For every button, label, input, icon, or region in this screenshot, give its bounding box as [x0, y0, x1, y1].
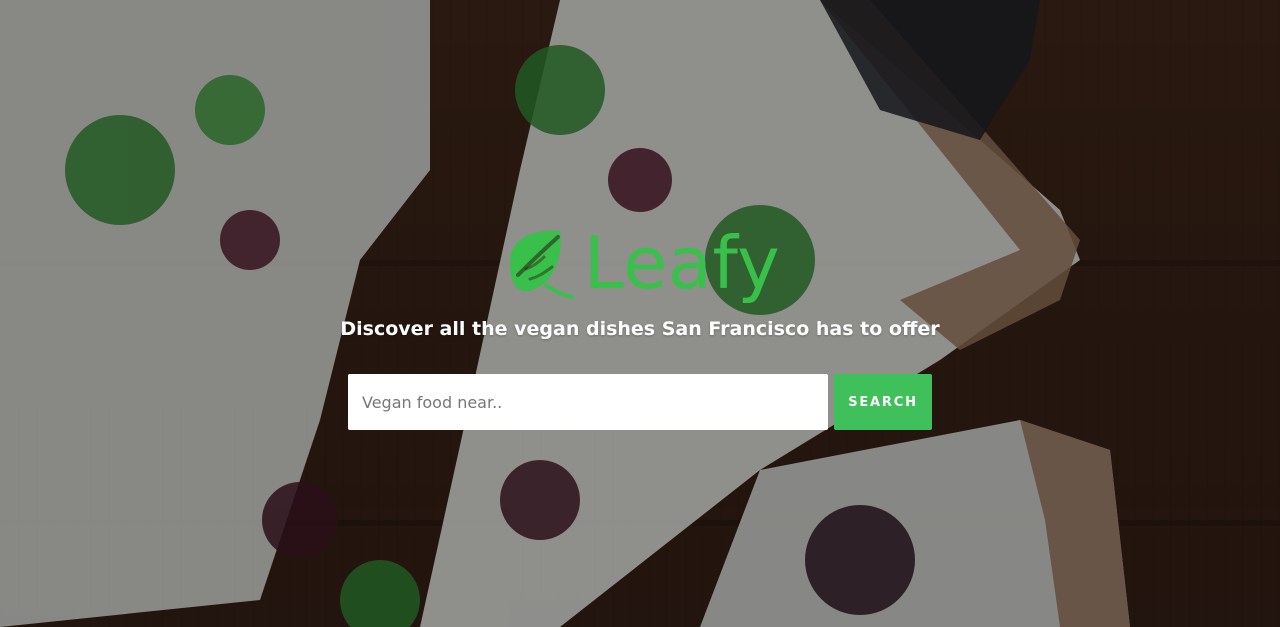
hero-section: Leafy Discover all the vegan dishes San … — [0, 0, 1280, 627]
hero-tagline: Discover all the vegan dishes San Franci… — [340, 318, 940, 340]
brand-name: Leafy — [583, 221, 781, 305]
leaf-icon — [500, 223, 576, 299]
brand-logo: Leafy — [500, 222, 780, 300]
hero-content: Leafy Discover all the vegan dishes San … — [0, 222, 1280, 430]
search-input[interactable] — [348, 374, 828, 430]
search-bar: SEARCH — [348, 374, 932, 430]
search-button[interactable]: SEARCH — [834, 374, 932, 430]
